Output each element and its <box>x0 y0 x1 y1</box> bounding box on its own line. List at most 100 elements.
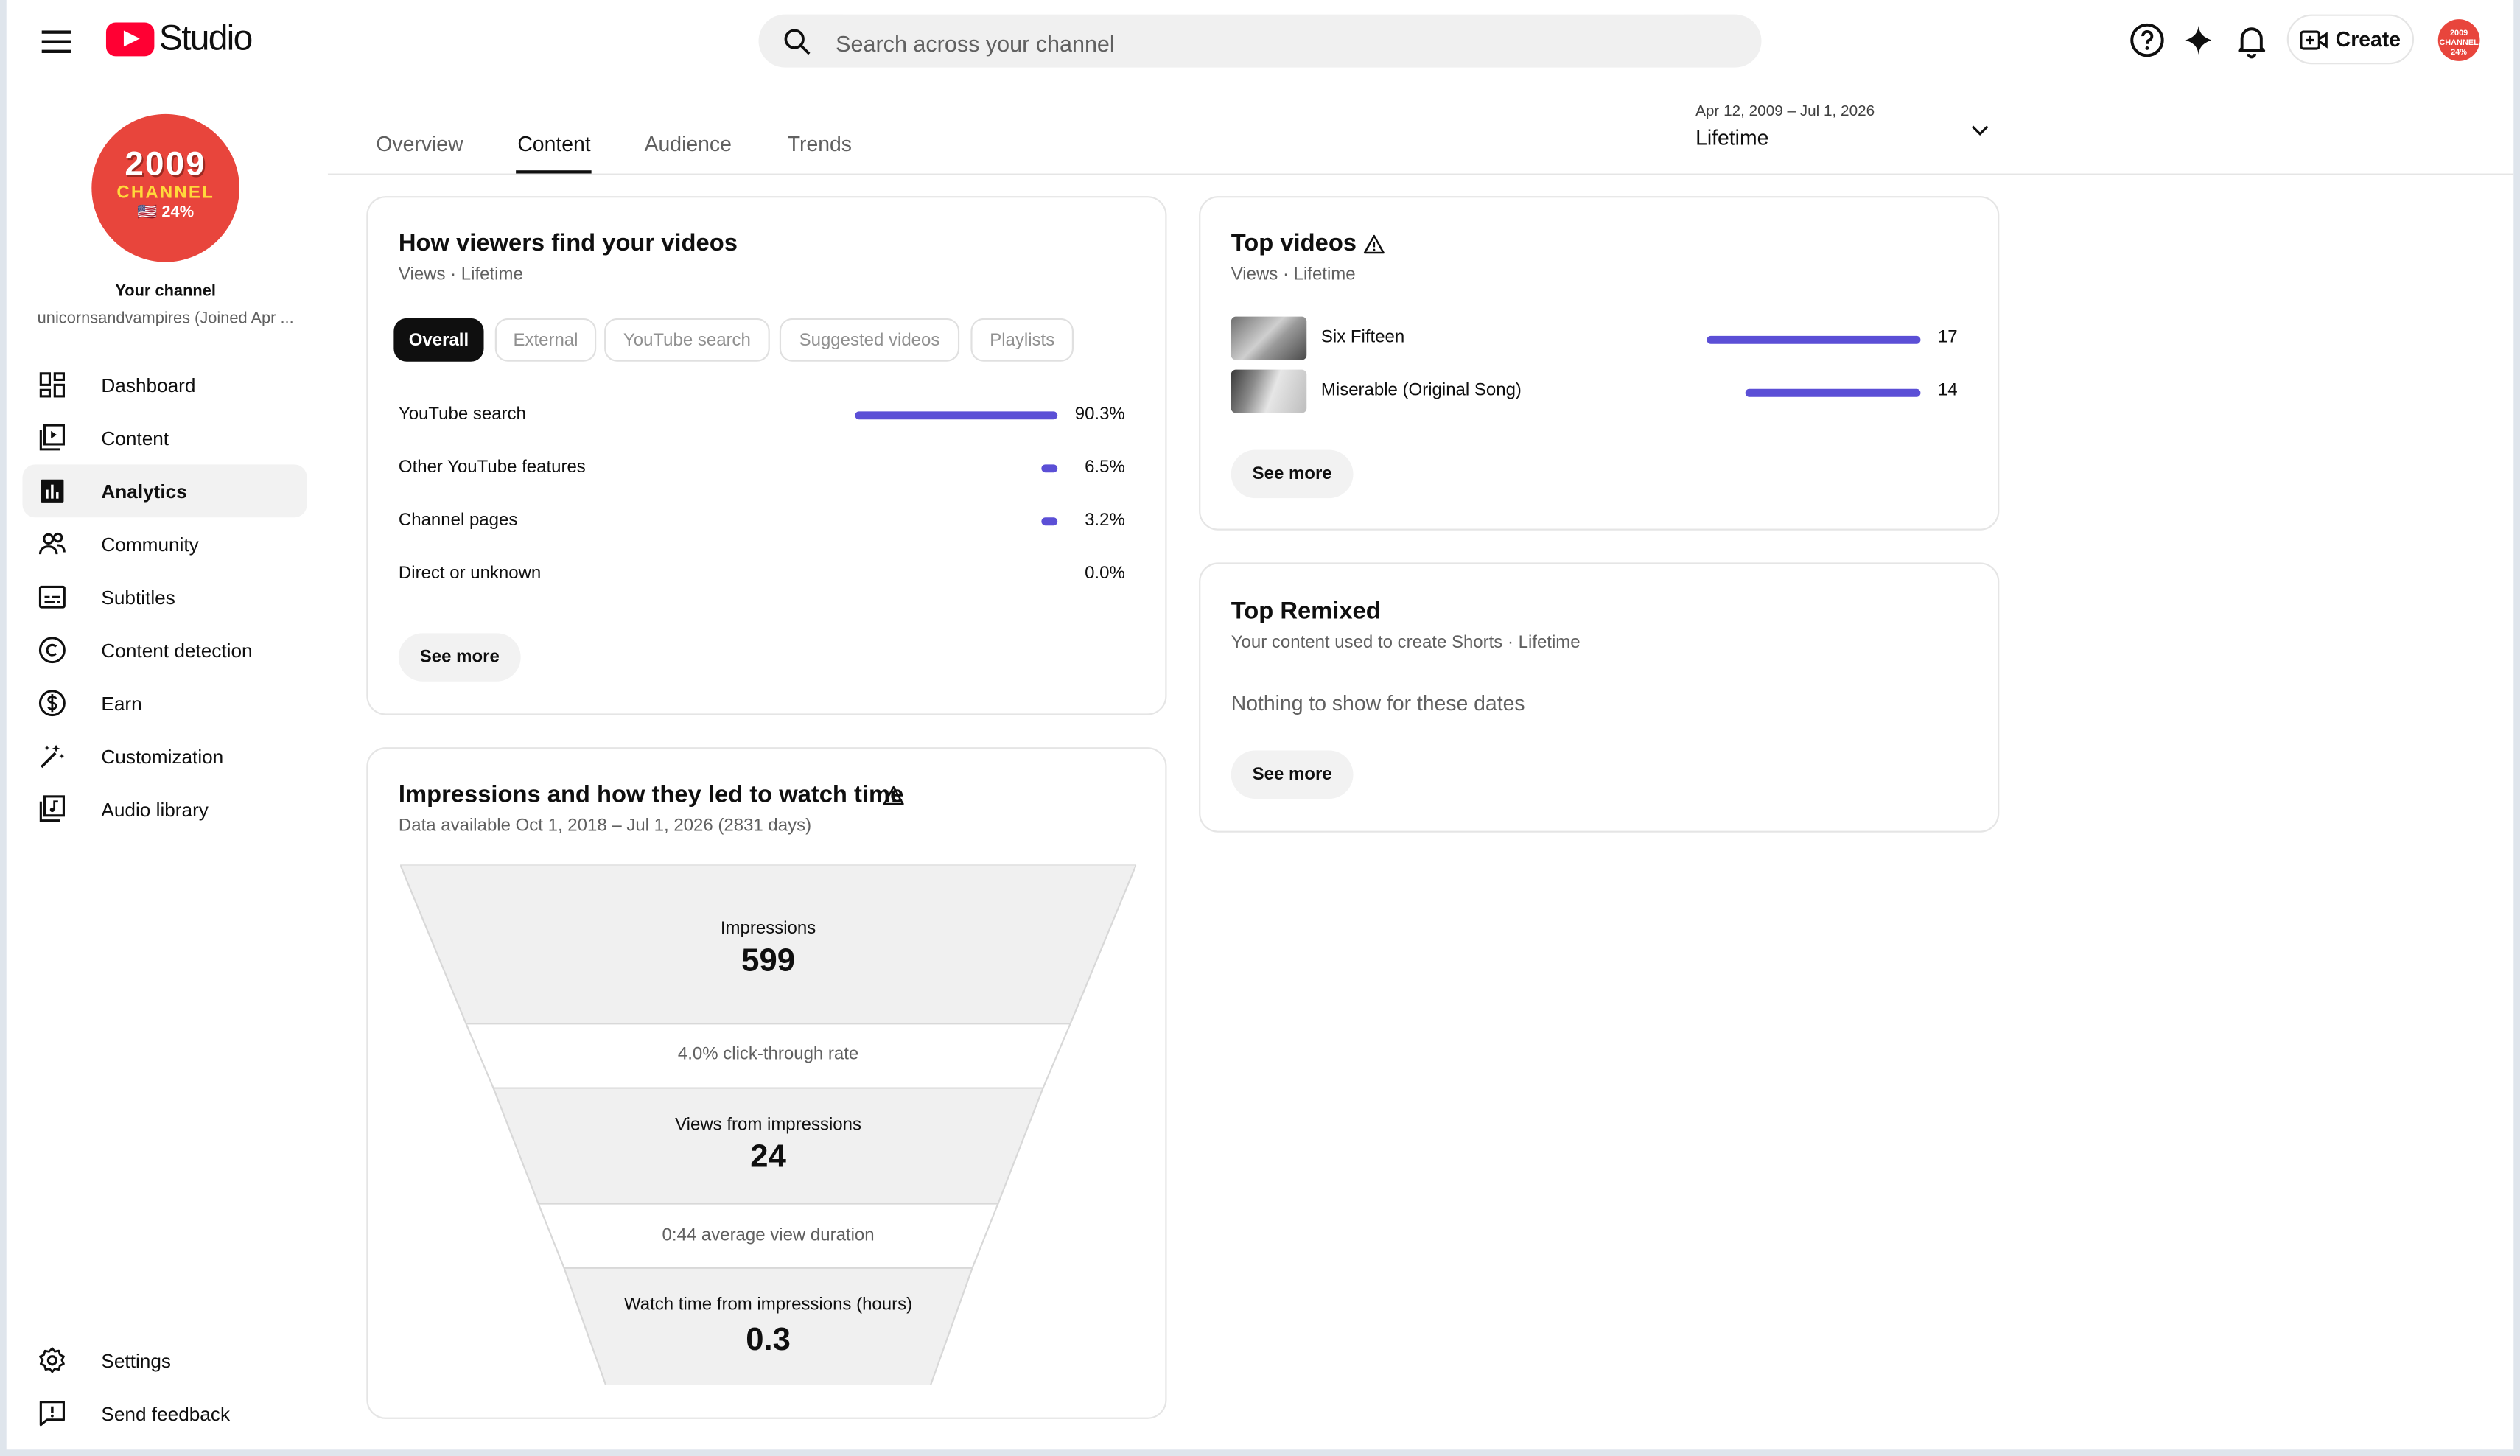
warning-icon[interactable] <box>882 784 905 807</box>
sparkle-icon[interactable] <box>2180 21 2218 59</box>
traffic-source-label: Other YouTube features <box>398 458 586 477</box>
sidebar-item-label: Analytics <box>101 480 187 503</box>
chip-external[interactable]: External <box>494 318 597 362</box>
traffic-source-value: 0.0% <box>1085 564 1125 584</box>
sidebar-item-label: Dashboard <box>101 374 196 396</box>
sidebar-item-audio-library[interactable]: Audio library <box>23 783 307 836</box>
community-icon <box>38 532 66 555</box>
studio-window: Studio Create 2009CHANNEL24% 2009 CHANNE… <box>6 0 2514 1450</box>
top-video-row[interactable]: Miserable (Original Song) 14 <box>1231 369 1958 415</box>
create-video-icon <box>2300 29 2328 49</box>
avatar-text-channel: CHANNEL <box>116 183 214 203</box>
chip-youtube-search[interactable]: YouTube search <box>604 318 770 362</box>
channel-name: unicornsandvampires (Joined Apr ... <box>37 309 294 328</box>
impressions-card-title: Impressions and how they led to watch ti… <box>398 780 904 809</box>
date-range-label: Lifetime <box>1695 125 1769 150</box>
chip-playlists[interactable]: Playlists <box>970 318 1074 362</box>
sidebar-item-subtitles[interactable]: Subtitles <box>23 570 307 623</box>
chip-overall[interactable]: Overall <box>393 318 484 362</box>
avatar-text-year: 2009 <box>125 146 206 183</box>
sidebar-item-label: Send feedback <box>101 1401 231 1425</box>
traffic-card-title: How viewers find your videos <box>398 229 738 257</box>
date-range-dates: Apr 12, 2009 – Jul 1, 2026 <box>1695 102 1875 121</box>
top-remixed-subtitle: Your content used to create Shorts · Lif… <box>1231 633 1581 653</box>
views-from-impressions-value: 24 <box>750 1139 786 1175</box>
magic-wand-icon <box>40 744 65 769</box>
tab-audience[interactable]: Audience <box>645 132 732 156</box>
search-bar[interactable] <box>758 14 1762 71</box>
video-views-bar <box>1707 335 1921 344</box>
traffic-row: Channel pages 3.2% <box>399 506 1125 539</box>
top-remixed-title: Top Remixed <box>1231 598 1381 626</box>
help-icon[interactable] <box>2128 21 2166 59</box>
create-button[interactable]: Create <box>2286 14 2415 65</box>
video-thumbnail[interactable] <box>1231 316 1307 360</box>
date-range-picker[interactable]: Apr 12, 2009 – Jul 1, 2026 Lifetime <box>1695 103 1875 150</box>
traffic-row: YouTube search 90.3% <box>399 400 1125 433</box>
search-icon <box>784 29 811 55</box>
warning-icon[interactable] <box>1363 233 1386 256</box>
sidebar-item-send-feedback[interactable]: Send feedback <box>23 1387 307 1440</box>
account-avatar[interactable]: 2009 CHANNEL 24% <box>2437 19 2480 61</box>
traffic-see-more-button[interactable]: See more <box>398 633 521 682</box>
video-thumbnail[interactable] <box>1231 369 1307 413</box>
subtitles-icon <box>38 585 66 609</box>
avatar-text-percent: 🇺🇸 24% <box>137 203 195 222</box>
top-remixed-empty-text: Nothing to show for these dates <box>1231 690 1525 715</box>
hamburger-menu-icon[interactable] <box>41 24 71 57</box>
video-views-bar <box>1745 388 1921 397</box>
studio-logo[interactable]: Studio <box>105 17 253 58</box>
dollar-icon <box>38 690 66 717</box>
youtube-logo-icon <box>105 21 155 56</box>
traffic-share-bar <box>1041 517 1058 526</box>
tab-content[interactable]: Content <box>517 132 590 156</box>
tabs-divider <box>327 173 2514 175</box>
sidebar-item-earn[interactable]: Earn <box>23 676 307 729</box>
search-input[interactable] <box>832 14 1707 71</box>
video-title[interactable]: Six Fifteen <box>1321 328 1404 347</box>
sidebar: 2009 CHANNEL 🇺🇸 24% Your channel unicorn… <box>7 80 328 1449</box>
create-label: Create <box>2335 27 2401 52</box>
audio-library-icon <box>39 795 65 822</box>
top-videos-see-more-button[interactable]: See more <box>1231 449 1354 499</box>
sidebar-item-label: Earn <box>101 691 142 715</box>
traffic-source-label: Direct or unknown <box>398 564 542 584</box>
traffic-source-label: YouTube search <box>398 405 526 424</box>
watch-time-label: Watch time from impressions (hours) <box>624 1295 913 1315</box>
channel-avatar[interactable]: 2009 CHANNEL 🇺🇸 24% <box>91 113 239 262</box>
sidebar-item-dashboard[interactable]: Dashboard <box>23 358 307 411</box>
sidebar-item-label: Settings <box>101 1348 171 1372</box>
traffic-source-label: Channel pages <box>398 511 518 531</box>
sidebar-item-customization[interactable]: Customization <box>23 729 307 783</box>
logo-text: Studio <box>158 17 253 58</box>
sidebar-item-content[interactable]: Content <box>23 411 307 464</box>
sidebar-item-label: Subtitles <box>101 585 175 609</box>
traffic-share-bar <box>855 411 1058 420</box>
sidebar-item-community[interactable]: Community <box>23 517 307 570</box>
dashboard-icon <box>39 372 65 398</box>
top-video-row[interactable]: Six Fifteen 17 <box>1231 316 1958 362</box>
traffic-source-value: 6.5% <box>1085 458 1125 477</box>
sidebar-item-content-detection[interactable]: Content detection <box>23 623 307 676</box>
tab-trends[interactable]: Trends <box>788 132 852 156</box>
watch-time-value: 0.3 <box>746 1322 791 1358</box>
impressions-label: Impressions <box>720 919 816 939</box>
top-remixed-see-more-button[interactable]: See more <box>1231 750 1354 799</box>
traffic-share-bar <box>1041 464 1058 473</box>
sidebar-item-settings[interactable]: Settings <box>23 1334 307 1387</box>
tab-overview[interactable]: Overview <box>376 132 463 156</box>
video-views-value: 17 <box>1937 327 1958 348</box>
sidebar-item-label: Customization <box>101 744 224 768</box>
chip-suggested-videos[interactable]: Suggested videos <box>779 318 960 362</box>
impressions-card-subtitle: Data available Oct 1, 2018 – Jul 1, 2026… <box>398 816 812 836</box>
sidebar-item-analytics[interactable]: Analytics <box>22 464 307 518</box>
traffic-row: Other YouTube features 6.5% <box>399 453 1125 486</box>
sidebar-item-label: Content <box>101 427 169 449</box>
notifications-bell-icon[interactable] <box>2233 21 2271 59</box>
traffic-card-subtitle: Views · Lifetime <box>398 265 523 285</box>
video-title[interactable]: Miserable (Original Song) <box>1321 381 1522 400</box>
sidebar-item-label: Community <box>101 533 199 556</box>
top-videos-title: Top videos <box>1231 229 1357 257</box>
traffic-source-value: 90.3% <box>1074 405 1125 424</box>
chevron-down-icon[interactable] <box>1969 119 1992 141</box>
